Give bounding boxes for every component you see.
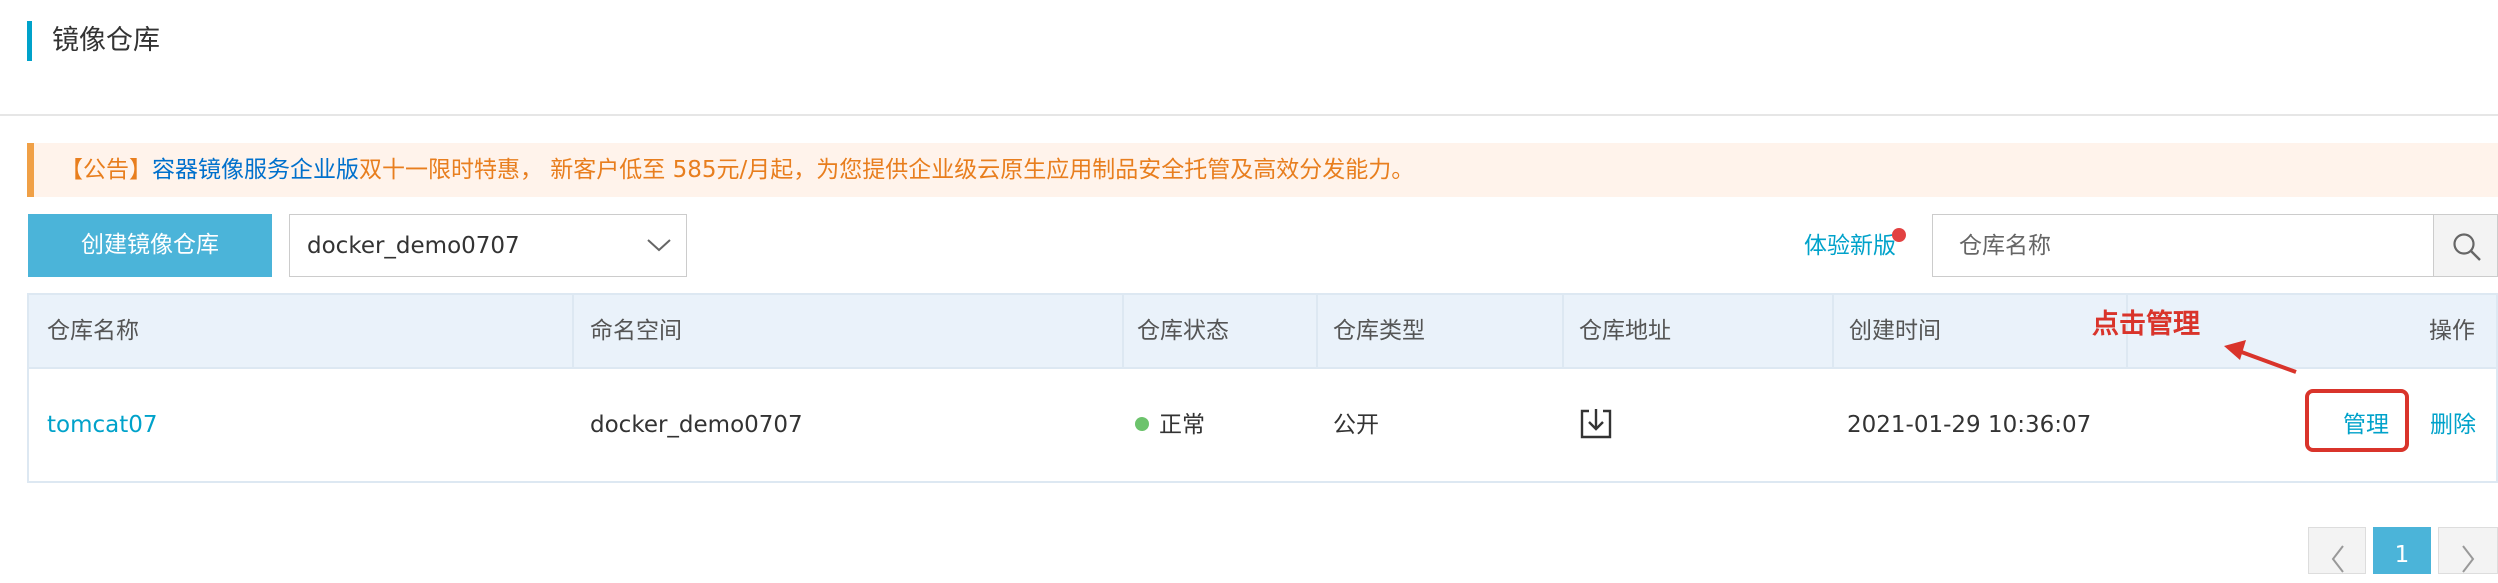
created-time-cell: 2021-01-29 10:36:07 <box>1847 412 2092 438</box>
column-divider <box>1316 295 1318 367</box>
announcement-link[interactable]: 容器镜像服务企业版 <box>152 157 359 183</box>
new-badge-dot <box>1892 228 1906 242</box>
column-header-actions: 操作 <box>2429 318 2475 344</box>
column-divider <box>1122 295 1124 367</box>
chevron-down-icon <box>647 239 671 252</box>
chevron-right-icon <box>2462 545 2475 573</box>
column-header-repo-name: 仓库名称 <box>47 318 139 344</box>
announcement-banner: 【公告】容器镜像服务企业版双十一限时特惠， 新客户低至 585元/月起，为您提供… <box>27 143 2498 197</box>
namespace-select[interactable]: docker_demo0707 <box>289 214 687 277</box>
table-row: tomcat07 docker_demo0707 正常 公开 2021-01-2… <box>29 369 2496 481</box>
annotation-arrow-icon <box>2224 340 2297 374</box>
announcement-text: 【公告】容器镜像服务企业版双十一限时特惠， 新客户低至 585元/月起，为您提供… <box>60 153 1414 187</box>
page-header: 镜像仓库 <box>0 0 2498 116</box>
annotation-highlight-box <box>2305 389 2409 452</box>
download-icon[interactable] <box>1578 405 1614 441</box>
title-accent-bar <box>27 21 32 61</box>
pagination-next-button[interactable] <box>2438 527 2498 574</box>
search-icon <box>2453 233 2481 261</box>
pagination-prev-button[interactable] <box>2308 527 2366 574</box>
column-header-address: 仓库地址 <box>1579 318 1671 344</box>
create-repo-button[interactable]: 创建镜像仓库 <box>28 214 272 277</box>
search-button[interactable] <box>2433 214 2498 277</box>
column-divider <box>1562 295 1564 367</box>
column-header-namespace: 命名空间 <box>590 318 682 344</box>
chevron-left-icon <box>2331 545 2344 573</box>
type-cell: 公开 <box>1333 412 1379 438</box>
status-cell: 正常 <box>1135 409 1205 441</box>
namespace-cell: docker_demo0707 <box>590 412 803 438</box>
namespace-select-value: docker_demo0707 <box>307 233 520 259</box>
delete-button[interactable]: 删除 <box>2430 409 2476 441</box>
annotation-label: 点击管理 <box>2092 309 2200 340</box>
announcement-message: 双十一限时特惠， 新客户低至 585元/月起，为您提供企业级云原生应用制品安全托… <box>359 157 1415 183</box>
try-new-version-link[interactable]: 体验新版 <box>1804 230 1896 262</box>
column-header-type: 仓库类型 <box>1333 318 1425 344</box>
column-divider <box>1832 295 1834 367</box>
announcement-prefix: 【公告】 <box>60 157 152 183</box>
status-ok-dot <box>1135 416 1149 431</box>
page-title: 镜像仓库 <box>52 25 160 56</box>
column-header-created: 创建时间 <box>1849 318 1941 344</box>
column-divider <box>572 295 574 367</box>
pagination-page-1[interactable]: 1 <box>2373 527 2431 574</box>
status-text: 正常 <box>1159 412 1205 438</box>
column-header-status: 仓库状态 <box>1137 318 1229 344</box>
repo-name-link[interactable]: tomcat07 <box>47 409 158 441</box>
repo-name-search-input[interactable] <box>1932 214 2434 277</box>
